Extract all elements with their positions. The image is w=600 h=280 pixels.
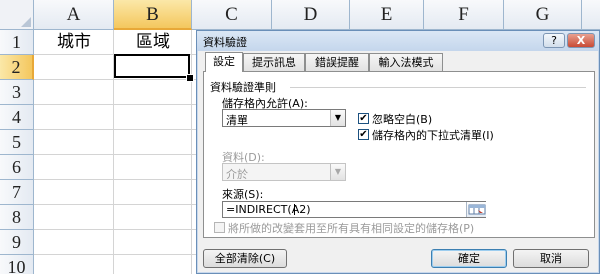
help-button[interactable]: ? (543, 33, 565, 48)
allow-select[interactable]: 清單 ▼ (222, 109, 346, 127)
tab-input-message[interactable]: 提示訊息 (243, 53, 305, 71)
data-select: 介於 ▼ (222, 163, 346, 181)
clear-all-button[interactable]: 全部清除(C) (203, 249, 287, 268)
cancel-button[interactable]: 取消 (513, 249, 589, 268)
cell-b1[interactable]: 區域 (114, 30, 192, 55)
ignore-blank-label[interactable]: 忽略空白(B) (372, 111, 432, 127)
allow-select-value: 清單 (226, 114, 248, 127)
validation-criteria-group-label: 資料驗證準則 (210, 81, 276, 94)
tab-settings[interactable]: 設定 (205, 52, 243, 72)
column-header-a[interactable]: A (34, 0, 114, 30)
source-label: 來源(S): (222, 188, 264, 201)
row-header-1[interactable]: 1 (0, 30, 34, 55)
select-all-corner[interactable] (0, 0, 34, 30)
column-header-h[interactable] (582, 0, 600, 30)
row-header-6[interactable]: 6 (0, 155, 34, 180)
tab-ime-mode[interactable]: 輸入法模式 (369, 53, 443, 71)
apply-all-label: 將所做的改變套用至所有具有相同設定的儲存格(P) (228, 222, 475, 235)
column-header-e[interactable]: E (350, 0, 424, 30)
ok-button[interactable]: 確定 (431, 249, 507, 268)
row-header-10[interactable]: 10 (0, 255, 34, 277)
tab-error-alert[interactable]: 錯誤提醒 (305, 53, 369, 71)
collapse-dialog-button[interactable] (466, 202, 486, 217)
row-header-5[interactable]: 5 (0, 130, 34, 155)
row-header-2[interactable]: 2 (0, 55, 34, 80)
dialog-title: 資料驗證 (203, 36, 247, 49)
dialog-title-bar[interactable]: 資料驗證 ? X (197, 31, 599, 51)
column-header-f[interactable]: F (424, 0, 504, 30)
cell-a1[interactable]: 城市 (34, 30, 114, 55)
active-cell-b2[interactable] (114, 54, 190, 78)
chevron-down-icon: ▼ (330, 164, 345, 180)
data-validation-dialog: 資料驗證 ? X 設定 提示訊息 錯誤提醒 輸入法模式 資料驗證準則 儲存格內允… (196, 30, 600, 274)
group-divider (290, 87, 586, 88)
range-select-icon (468, 204, 486, 215)
column-header-g[interactable]: G (504, 0, 582, 30)
fill-handle[interactable] (186, 74, 194, 82)
source-input[interactable]: =INDIRECT(A2) (222, 201, 486, 218)
row-header-8[interactable]: 8 (0, 205, 34, 230)
settings-panel: 資料驗證準則 儲存格內允許(A): 清單 ▼ ✔ 忽略空白(B) ✔ 儲存格內的… (203, 71, 595, 238)
ignore-blank-checkbox[interactable]: ✔ (358, 113, 369, 124)
apply-all-checkbox (214, 222, 225, 233)
column-header-c[interactable]: C (192, 0, 272, 30)
in-cell-dropdown-label[interactable]: 儲存格內的下拉式清單(I) (372, 127, 494, 143)
column-header-b[interactable]: B (114, 0, 192, 30)
data-select-value: 介於 (226, 168, 248, 181)
grid-line (191, 30, 192, 274)
row-header-4[interactable]: 4 (0, 105, 34, 130)
row-header-3[interactable]: 3 (0, 80, 34, 105)
row-header-7[interactable]: 7 (0, 180, 34, 205)
column-header-d[interactable]: D (272, 0, 350, 30)
chevron-down-icon[interactable]: ▼ (330, 110, 345, 126)
close-button[interactable]: X (567, 33, 595, 48)
in-cell-dropdown-checkbox[interactable]: ✔ (358, 129, 369, 140)
row-header-9[interactable]: 9 (0, 230, 34, 255)
